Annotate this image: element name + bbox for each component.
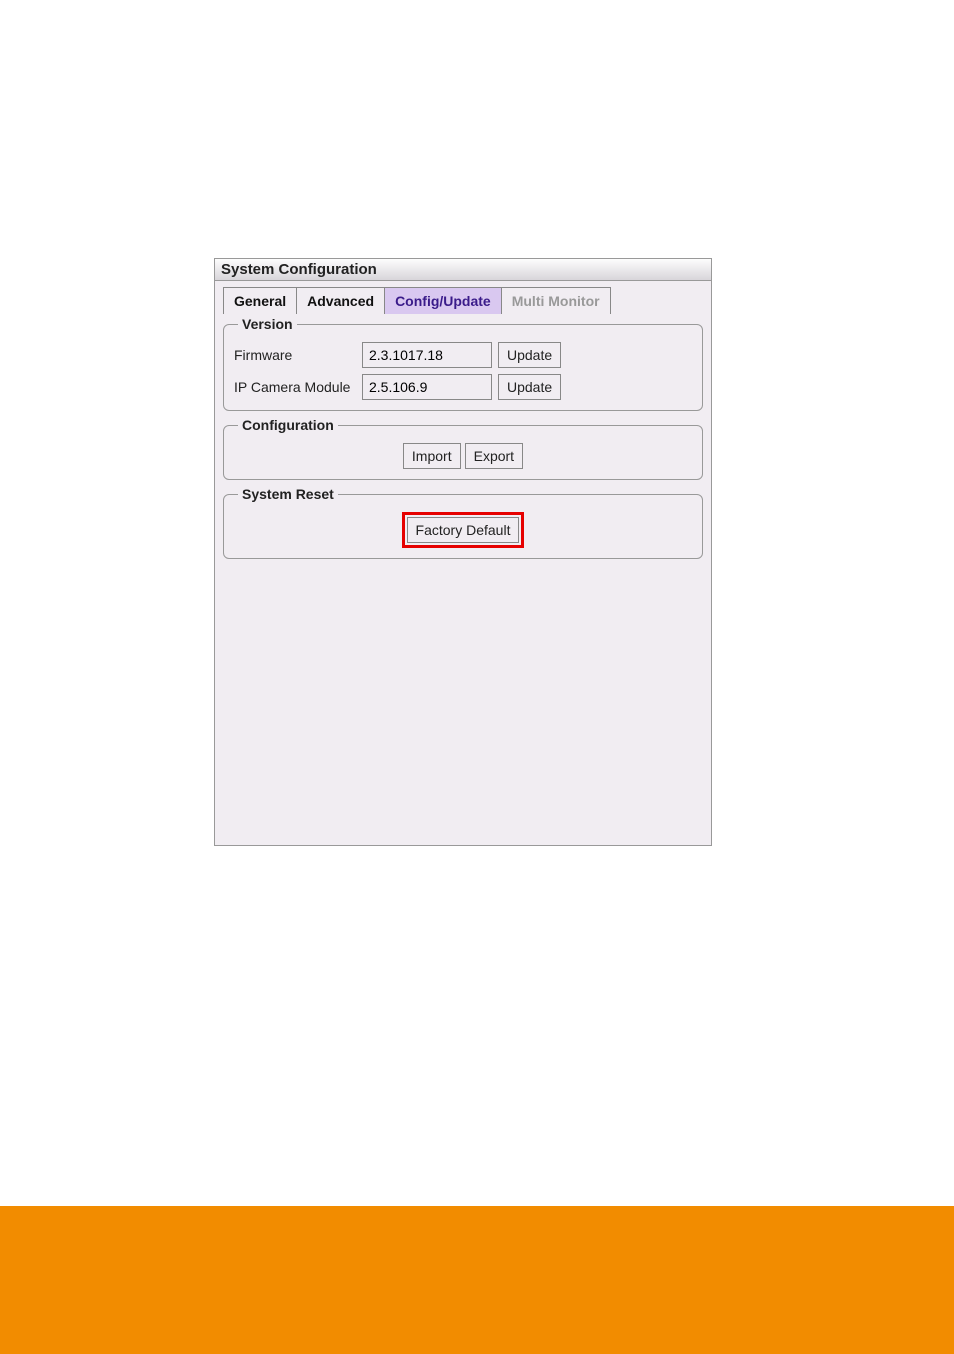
firmware-label: Firmware	[234, 347, 362, 363]
version-legend: Version	[238, 316, 297, 332]
firmware-row: Firmware 2.3.1017.18 Update	[234, 342, 692, 368]
factory-default-button[interactable]: Factory Default	[407, 517, 520, 543]
ip-camera-row: IP Camera Module 2.5.106.9 Update	[234, 374, 692, 400]
firmware-value: 2.3.1017.18	[362, 342, 492, 368]
system-configuration-window: System Configuration General Advanced Co…	[214, 258, 712, 846]
config-update-panel: Version Firmware 2.3.1017.18 Update IP C…	[223, 314, 703, 559]
factory-default-highlight: Factory Default	[402, 512, 525, 548]
tab-multi-monitor: Multi Monitor	[501, 287, 611, 314]
tab-general[interactable]: General	[223, 287, 297, 314]
import-button[interactable]: Import	[403, 443, 461, 469]
version-fieldset: Version Firmware 2.3.1017.18 Update IP C…	[223, 316, 703, 411]
system-reset-legend: System Reset	[238, 486, 338, 502]
window-title: System Configuration	[215, 259, 711, 281]
configuration-buttons: Import Export	[234, 443, 692, 469]
tab-advanced[interactable]: Advanced	[296, 287, 385, 314]
configuration-legend: Configuration	[238, 417, 338, 433]
ip-camera-label: IP Camera Module	[234, 379, 362, 395]
firmware-update-button[interactable]: Update	[498, 342, 561, 368]
system-reset-buttons: Factory Default	[234, 512, 692, 548]
configuration-fieldset: Configuration Import Export	[223, 417, 703, 480]
system-reset-fieldset: System Reset Factory Default	[223, 486, 703, 559]
footer-bar	[0, 1206, 954, 1354]
tab-config-update[interactable]: Config/Update	[384, 287, 502, 314]
tab-bar: General Advanced Config/Update Multi Mon…	[223, 287, 703, 314]
export-button[interactable]: Export	[465, 443, 523, 469]
ip-camera-update-button[interactable]: Update	[498, 374, 561, 400]
ip-camera-value: 2.5.106.9	[362, 374, 492, 400]
